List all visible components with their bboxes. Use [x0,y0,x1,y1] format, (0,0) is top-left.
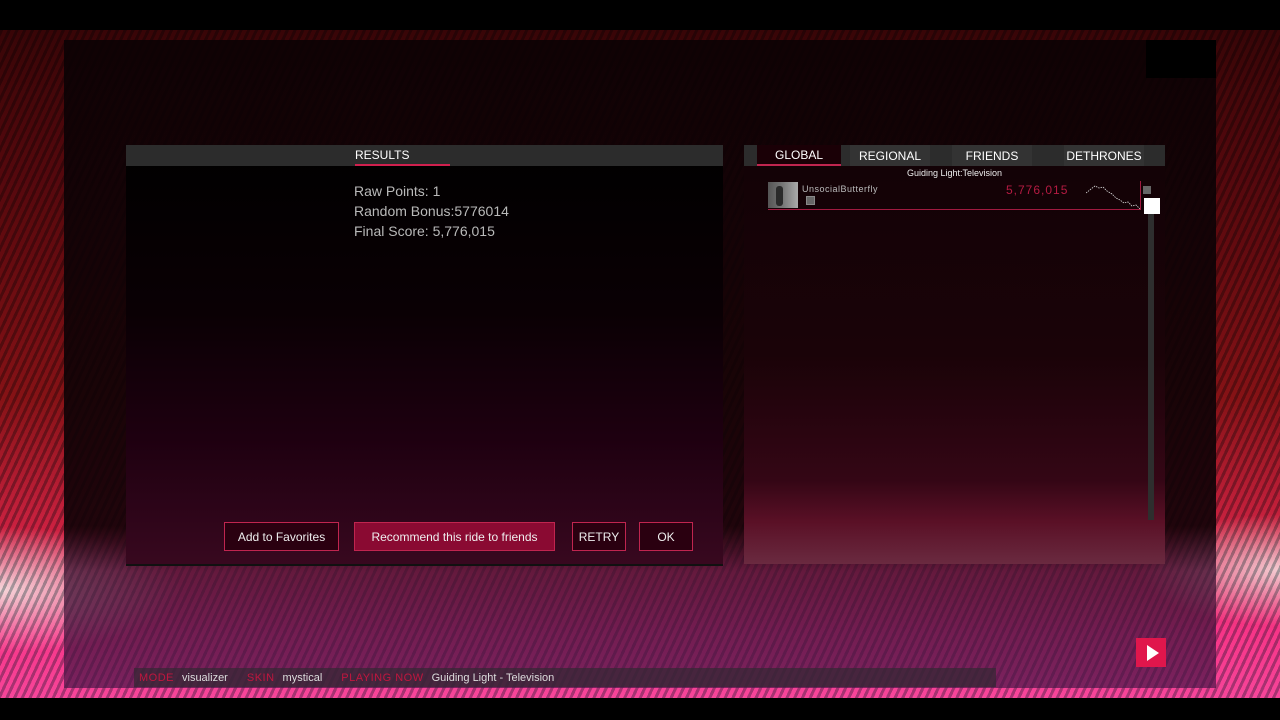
retry-button[interactable]: RETRY [572,522,626,551]
play-button[interactable] [1136,638,1166,667]
status-bar: MODE visualizer SKIN mystical PLAYING NO… [134,668,996,687]
top-letterbox [0,0,1280,30]
skin-value: mystical [282,671,323,684]
leaderboard-tabs: GLOBAL REGIONAL FRIENDS DETHRONES [744,145,1165,166]
tab-regional[interactable]: REGIONAL [850,145,930,166]
tab-results[interactable]: RESULTS [355,148,409,162]
chat-icon[interactable] [806,196,815,205]
scrollbar-track[interactable] [1148,214,1154,520]
ok-button[interactable]: OK [639,522,693,551]
results-header: RESULTS [126,145,723,166]
corner-block [1146,40,1216,78]
results-panel: RESULTS Raw Points: 1 Random Bonus:57760… [126,145,723,566]
avatar[interactable] [768,182,798,208]
leaderboard-row[interactable]: UnsocialButterfly 5,776,015 [768,181,1141,210]
player-name[interactable]: UnsocialButterfly [802,184,878,194]
playing-now-label: PLAYING NOW [341,671,424,684]
results-tab-underline [355,164,450,166]
tab-global[interactable]: GLOBAL [757,145,841,166]
leaderboard-panel: GLOBAL REGIONAL FRIENDS DETHRONES Guidin… [744,145,1165,564]
skin-label: SKIN [246,671,275,684]
scrollbar-thumb[interactable] [1144,198,1160,214]
tab-dethrones[interactable]: DETHRONES [1064,145,1144,166]
results-stats: Raw Points: 1 Random Bonus:5776014 Final… [354,181,509,241]
mode-value: visualizer [182,671,228,684]
song-title: Guiding Light:Television [906,168,1003,178]
recommend-button[interactable]: Recommend this ride to friends [354,522,555,551]
score-graph-icon [1086,185,1140,209]
final-score: Final Score: 5,776,015 [354,223,495,239]
raw-points: Raw Points: 1 [354,183,441,199]
flag-icon[interactable] [1143,186,1151,194]
add-to-favorites-button[interactable]: Add to Favorites [224,522,339,551]
random-bonus: Random Bonus:5776014 [354,203,509,219]
bottom-letterbox [0,698,1280,720]
player-score: 5,776,015 [1006,183,1069,197]
playing-now-value: Guiding Light - Television [431,671,555,684]
tab-friends[interactable]: FRIENDS [952,145,1032,166]
mode-label: MODE [139,671,174,684]
